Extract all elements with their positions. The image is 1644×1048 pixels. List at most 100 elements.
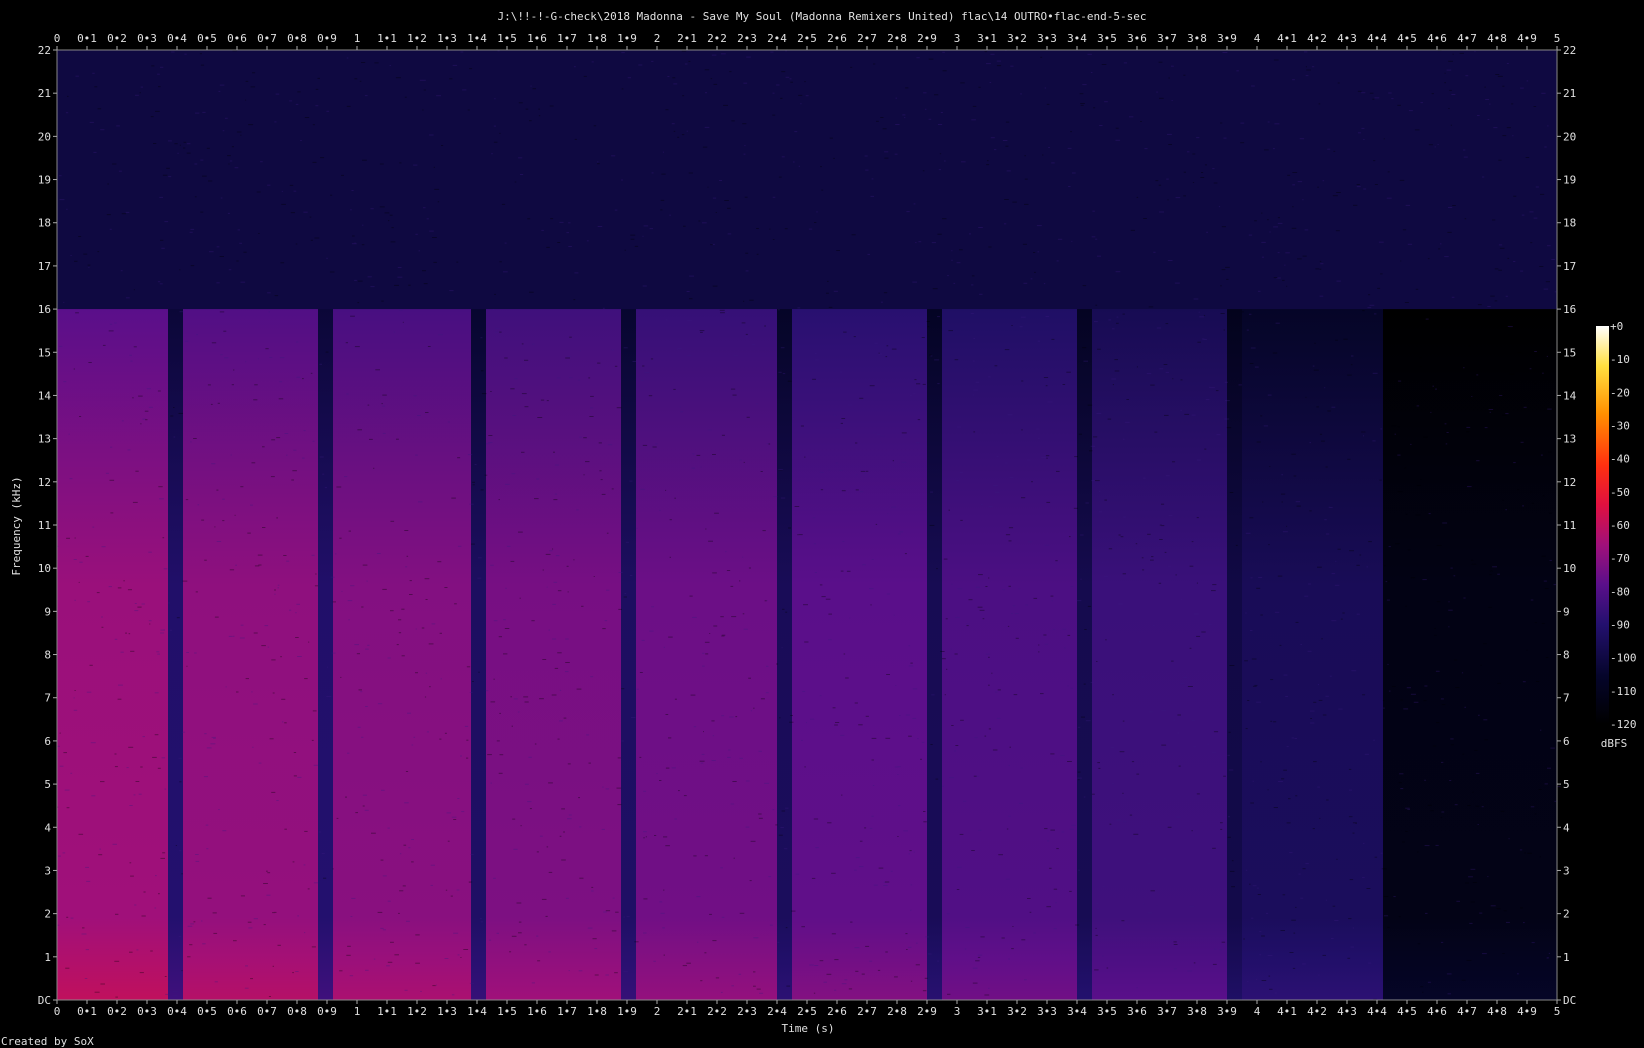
noise-grain xyxy=(597,163,600,165)
noise-grain xyxy=(874,342,878,344)
noise-grain xyxy=(974,737,978,739)
noise-grain xyxy=(518,531,523,533)
noise-grain xyxy=(733,857,735,859)
noise-grain xyxy=(630,238,635,240)
noise-grain xyxy=(460,755,462,757)
x-tick-label: 2•4 xyxy=(767,1005,787,1018)
noise-grain xyxy=(546,846,549,848)
noise-grain xyxy=(1014,613,1019,615)
noise-grain xyxy=(357,302,360,304)
noise-grain xyxy=(96,592,100,594)
noise-grain xyxy=(274,295,279,297)
noise-grain xyxy=(1334,920,1339,921)
noise-grain xyxy=(98,854,103,856)
spectrogram-segment xyxy=(333,309,471,1000)
noise-grain xyxy=(1462,753,1465,755)
noise-grain xyxy=(163,629,165,631)
noise-grain xyxy=(493,877,496,879)
noise-grain xyxy=(129,805,133,806)
noise-grain xyxy=(1456,900,1460,902)
noise-grain xyxy=(651,60,654,62)
noise-grain xyxy=(265,348,269,350)
noise-grain xyxy=(965,623,970,625)
noise-grain xyxy=(1350,946,1354,948)
noise-grain xyxy=(371,832,376,834)
noise-grain xyxy=(425,599,428,600)
noise-grain xyxy=(732,781,737,782)
noise-grain xyxy=(166,167,170,169)
noise-grain xyxy=(511,473,516,475)
x-tick-label: 1•2 xyxy=(407,1005,427,1018)
noise-grain xyxy=(1378,241,1384,243)
noise-grain xyxy=(1305,66,1307,68)
noise-grain xyxy=(730,585,734,587)
noise-grain xyxy=(710,78,713,80)
noise-grain xyxy=(309,216,312,218)
noise-grain xyxy=(256,191,261,193)
noise-grain xyxy=(1470,559,1474,561)
noise-grain xyxy=(1228,731,1231,733)
noise-grain xyxy=(295,341,299,343)
noise-grain xyxy=(1115,127,1119,129)
noise-grain xyxy=(780,497,786,499)
noise-grain xyxy=(495,327,500,329)
noise-grain xyxy=(949,777,954,779)
noise-grain xyxy=(210,403,213,405)
noise-grain xyxy=(839,469,843,471)
x-tick-label: 1•9 xyxy=(617,1005,637,1018)
noise-grain xyxy=(1067,761,1072,762)
noise-grain xyxy=(1171,100,1173,101)
noise-grain xyxy=(557,738,560,740)
noise-grain xyxy=(86,691,92,693)
noise-grain xyxy=(125,211,130,213)
noise-grain xyxy=(251,462,256,464)
noise-grain xyxy=(313,882,319,884)
noise-grain xyxy=(659,780,662,781)
noise-grain xyxy=(984,51,988,53)
noise-grain xyxy=(577,379,581,381)
noise-grain xyxy=(1163,858,1167,860)
noise-grain xyxy=(432,985,436,987)
noise-grain xyxy=(711,720,715,722)
noise-grain xyxy=(1359,554,1362,556)
noise-grain xyxy=(1538,789,1542,790)
x-tick-label: 4•1 xyxy=(1277,32,1297,45)
y-tick-label: 18 xyxy=(1563,217,1576,230)
noise-grain xyxy=(1079,93,1084,95)
noise-grain xyxy=(85,555,89,557)
noise-grain xyxy=(266,894,271,896)
noise-grain xyxy=(100,983,105,985)
noise-grain xyxy=(102,344,106,346)
noise-grain xyxy=(1398,916,1401,918)
noise-grain xyxy=(642,444,648,446)
noise-grain xyxy=(667,76,670,77)
noise-grain xyxy=(1530,242,1533,244)
noise-grain xyxy=(186,665,188,667)
noise-grain xyxy=(1477,824,1479,825)
noise-grain xyxy=(780,827,784,828)
noise-grain xyxy=(1407,808,1410,810)
noise-grain xyxy=(778,469,783,471)
noise-grain xyxy=(186,143,191,145)
noise-grain xyxy=(996,717,1001,719)
noise-grain xyxy=(1523,922,1525,924)
noise-grain xyxy=(312,440,315,442)
noise-grain xyxy=(1078,869,1080,871)
noise-grain xyxy=(1302,255,1307,257)
noise-grain xyxy=(1529,211,1534,213)
noise-grain xyxy=(864,827,867,829)
noise-grain xyxy=(87,601,91,603)
noise-grain xyxy=(1074,456,1078,458)
noise-grain xyxy=(1434,146,1436,148)
noise-grain xyxy=(315,105,319,107)
noise-grain xyxy=(78,581,80,583)
noise-grain xyxy=(1422,991,1424,993)
noise-grain xyxy=(1013,694,1018,696)
noise-grain xyxy=(1352,832,1355,834)
noise-grain xyxy=(566,565,569,567)
noise-grain xyxy=(702,222,707,224)
noise-grain xyxy=(1352,822,1357,824)
noise-grain xyxy=(1281,501,1283,503)
noise-grain xyxy=(1490,905,1496,907)
noise-grain xyxy=(1020,767,1024,769)
